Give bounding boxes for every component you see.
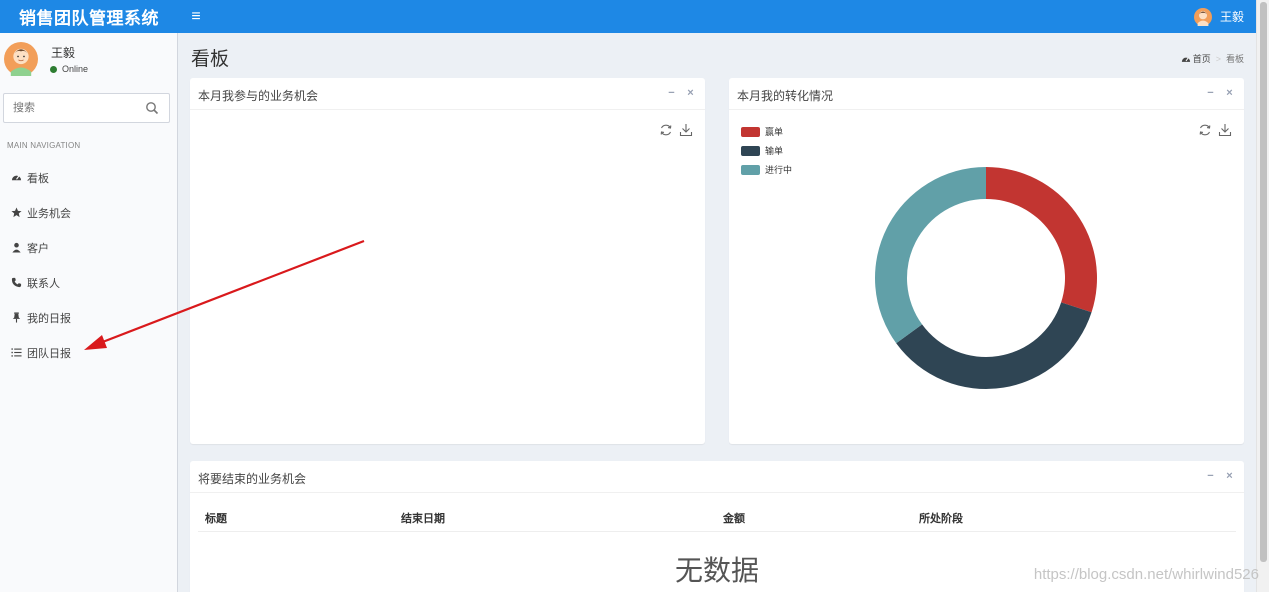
collapse-icon[interactable]: − <box>1206 88 1215 99</box>
sidebar-item-label: 看板 <box>27 172 49 185</box>
sidebar-search <box>3 93 170 123</box>
close-icon[interactable]: × <box>686 88 695 99</box>
chart-toolbox <box>1192 123 1232 137</box>
phone-icon <box>11 277 22 288</box>
legend-label: 赢单 <box>765 127 784 137</box>
pin-icon <box>12 312 21 323</box>
panel-tools: − × <box>657 88 695 99</box>
column-header-stage[interactable]: 所处阶段 <box>919 510 963 526</box>
panel-tools: − × <box>1196 471 1234 482</box>
sidebar-item-dashboard[interactable]: 看板 <box>0 160 177 195</box>
collapse-icon[interactable]: − <box>1206 471 1215 482</box>
column-header-amount[interactable]: 金额 <box>723 510 745 526</box>
column-header-end-date[interactable]: 结束日期 <box>401 510 445 526</box>
header-user-name: 王毅 <box>1219 10 1244 24</box>
legend-label: 输单 <box>765 146 784 156</box>
sidebar-item-contacts[interactable]: 联系人 <box>0 265 177 300</box>
close-icon[interactable]: × <box>1225 88 1234 99</box>
table-header: 标题 结束日期 金额 所处阶段 <box>198 501 1236 532</box>
sidebar-user-name: 王毅 <box>51 46 76 60</box>
search-icon[interactable] <box>145 101 159 115</box>
top-header: 销售团队管理系统 ≡ 王毅 <box>0 0 1256 33</box>
breadcrumb-home-link[interactable]: 首页 <box>1193 52 1211 65</box>
column-header-title[interactable]: 标题 <box>205 510 227 526</box>
sidebar-item-customers[interactable]: 客户 <box>0 230 177 265</box>
dashboard-icon <box>1181 57 1190 62</box>
opportunities-panel: 本月我参与的业务机会 − × <box>190 78 705 444</box>
header-user-menu[interactable]: 王毅 <box>1193 0 1244 33</box>
list-icon <box>11 348 22 357</box>
refresh-icon[interactable] <box>1198 123 1212 137</box>
conversion-donut-chart <box>875 167 1097 389</box>
search-input[interactable] <box>4 94 139 122</box>
panel-header: 本月我的转化情况 − × <box>729 78 1244 110</box>
main-navigation: 看板 业务机会 客户 联系人 我的日报 团队日报 <box>0 160 177 370</box>
legend-label: 进行中 <box>765 165 793 175</box>
breadcrumb-separator: > <box>1215 53 1221 64</box>
breadcrumb-current: 看板 <box>1225 54 1244 64</box>
sidebar-item-label: 联系人 <box>27 277 60 290</box>
panel-title: 本月我参与的业务机会 <box>198 89 319 103</box>
avatar-icon <box>4 42 38 76</box>
app-logo[interactable]: 销售团队管理系统 <box>0 0 178 33</box>
breadcrumb: 首页 > 看板 <box>1181 52 1244 65</box>
panel-title: 将要结束的业务机会 <box>198 472 307 486</box>
online-status: Online <box>50 64 88 74</box>
page-scrollbar[interactable] <box>1256 0 1269 592</box>
legend-swatch <box>741 126 760 137</box>
sidebar: 王毅 Online MAIN NAVIGATION 看板 业务机会 <box>0 33 178 592</box>
download-icon[interactable] <box>679 123 693 137</box>
page-title: 看板 <box>191 49 230 70</box>
sidebar-item-my-daily-report[interactable]: 我的日报 <box>0 300 177 335</box>
online-dot-icon <box>50 65 57 73</box>
chart-toolbox <box>653 123 693 137</box>
star-icon <box>11 207 22 218</box>
dashboard-icon <box>11 175 22 181</box>
status-text: Online <box>62 64 89 74</box>
refresh-icon[interactable] <box>659 123 673 137</box>
avatar-icon <box>1193 7 1212 26</box>
legend-swatch <box>741 164 760 175</box>
panel-header: 本月我参与的业务机会 − × <box>190 78 705 110</box>
legend-item[interactable]: 赢单 <box>741 122 792 141</box>
sidebar-item-label: 团队日报 <box>27 347 71 360</box>
legend-item[interactable]: 进行中 <box>741 160 792 179</box>
sidebar-item-label: 客户 <box>27 242 49 255</box>
users-icon <box>12 242 21 253</box>
donut-slice[interactable] <box>896 302 1092 389</box>
user-panel: 王毅 Online <box>0 33 177 85</box>
sidebar-item-opportunities[interactable]: 业务机会 <box>0 195 177 230</box>
menu-toggle-icon[interactable]: ≡ <box>188 8 204 26</box>
nav-header: MAIN NAVIGATION <box>7 141 81 150</box>
conversion-panel: 本月我的转化情况 − × 赢单输单进行中 <box>729 78 1244 444</box>
collapse-icon[interactable]: − <box>667 88 676 99</box>
scrollbar-thumb[interactable] <box>1260 2 1267 562</box>
sidebar-item-label: 我的日报 <box>27 312 71 325</box>
chart-legend: 赢单 输单 进行中 <box>741 122 792 179</box>
sidebar-item-label: 业务机会 <box>27 207 71 220</box>
panel-header: 将要结束的业务机会 − × <box>190 461 1244 493</box>
legend-swatch <box>741 145 760 156</box>
watermark-text: https://blog.csdn.net/whirlwind526 <box>1033 566 1259 583</box>
download-icon[interactable] <box>1218 123 1232 137</box>
panel-title: 本月我的转化情况 <box>737 89 834 103</box>
sidebar-item-team-daily-report[interactable]: 团队日报 <box>0 335 177 370</box>
close-icon[interactable]: × <box>1225 471 1234 482</box>
legend-item[interactable]: 输单 <box>741 141 792 160</box>
donut-slice[interactable] <box>875 167 986 344</box>
donut-slice[interactable] <box>986 167 1097 313</box>
panel-tools: − × <box>1196 88 1234 99</box>
